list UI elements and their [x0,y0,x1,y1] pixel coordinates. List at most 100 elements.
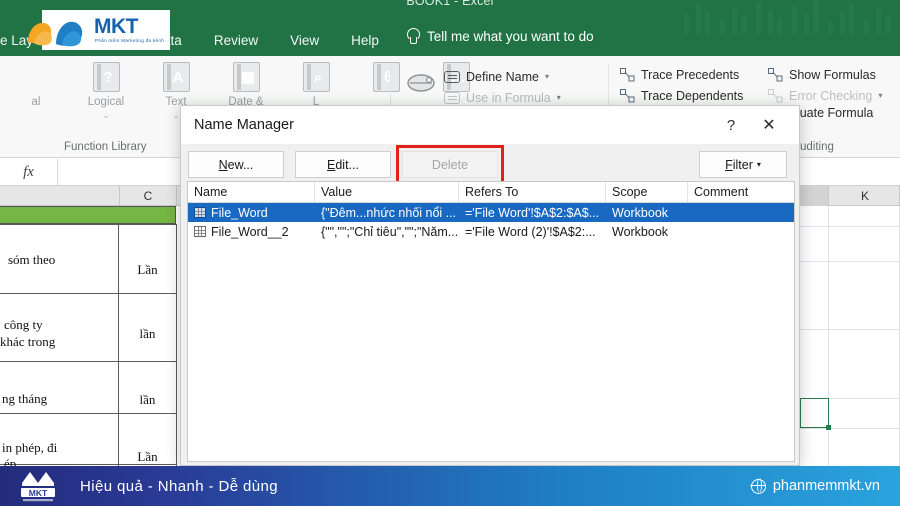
trace-icon [620,88,635,102]
close-icon[interactable]: ✕ [757,114,781,138]
ribbon-tab-review[interactable]: Review [198,33,274,48]
grid-line [0,361,177,363]
new-button[interactable]: New... [188,151,284,178]
delete-button[interactable]: Delete [402,151,498,178]
help-icon[interactable]: ? [719,114,743,138]
auditing-label: Show Formulas [789,67,876,82]
column-header-j[interactable] [800,186,829,206]
sheet-cell[interactable]: lần [119,392,176,408]
function-icon: ⌕ [302,62,330,92]
list-column-header-comment[interactable]: Comment [688,182,794,202]
grid-line [0,293,177,295]
highlighted-header-row [0,206,176,224]
list-column-header-name[interactable]: Name [188,182,315,202]
auditing-label: Trace Precedents [641,67,740,82]
refers-to-cell: ='File Word'!$A$2:$A$... [465,205,600,220]
new-accel: N [218,157,228,172]
decorative-bar [741,16,746,34]
function-icon: A [162,62,190,92]
filter-label: ilter [732,157,753,172]
column-header-k[interactable]: K [831,186,900,206]
decorative-bar [804,14,809,34]
decorative-bar [684,14,689,34]
decorative-bar [849,4,854,34]
grid-line [118,224,120,466]
evaluate-formula-button[interactable]: aluate Formula [790,106,873,120]
defined-names-label: Use in Formula [466,90,551,105]
banner-website[interactable]: phanmemmkt.vn [750,478,880,494]
function-icon: ▦ [232,62,260,92]
auditing-label: Error Checking [789,88,873,103]
names-list-body[interactable]: File_Word {"Đêm...nhức nhối nổi ... ='File… [188,203,794,241]
sheet-cell[interactable]: ép [4,456,16,466]
sheet-cell[interactable]: công ty [4,317,43,333]
value-cell: {"","";"Chỉ tiêu","";"Năm... [321,224,459,239]
chevron-down-icon: ▾ [878,91,883,100]
sheet-cell[interactable]: in phép, đi [2,440,57,456]
show-formulas-button[interactable]: Show Formulas [768,64,882,85]
ribbon-tab-view[interactable]: View [274,33,335,48]
names-list-row[interactable]: File_Word__2 {"","";"Chỉ tiêu","";"Năm...… [188,222,794,241]
trace-precedents-button[interactable]: Trace Precedents [620,64,743,85]
sheet-cell[interactable]: lần [119,326,176,342]
mkt-watermark-logo: MKT Phần mềm Marketing đa kênh [28,10,170,50]
names-list[interactable]: Name Value Refers To Scope Comment File_Word… [187,181,795,462]
names-list-row[interactable]: File_Word {"Đêm...nhức nhối nổi ... ='File… [188,203,794,222]
mkt-logo-tagline: Phần mềm Marketing đa kênh [95,38,165,43]
ribbon-tab-help[interactable]: Help [335,33,395,48]
filter-button[interactable]: Filter ▾ [699,151,787,178]
sheet-cell[interactable]: sóm theo [8,252,55,268]
sheet-cell[interactable]: Lần [119,449,176,465]
trace-dependents-button[interactable]: Trace Dependents [620,85,743,106]
name-cell: File_Word [188,206,315,220]
chevron-down-icon: ▾ [544,72,549,81]
name-tag-icon [444,70,460,83]
list-column-header-value[interactable]: Value [315,182,459,202]
dialog-title-bar: Name Manager ? ✕ [181,106,799,144]
column-header[interactable] [0,186,120,206]
refers-to-cell: ='File Word (2)'!$A$2:... [465,224,596,239]
function-library-label: Function Library [64,141,147,153]
banner-website-label: phanmemmkt.vn [772,478,880,494]
tell-me-search[interactable]: Tell me what you want to do [406,28,594,45]
column-header-c[interactable]: C [120,186,177,206]
selected-cell[interactable] [800,398,831,430]
decorative-bar [705,12,710,34]
decorative-bar [876,8,881,34]
mkt-banner-logo: MKT [21,472,55,502]
fx-icon[interactable]: fx [0,158,58,185]
sheet-cell[interactable]: ng tháng [2,391,47,407]
edit-button[interactable]: Edit... [295,151,391,178]
trace-icon [768,67,783,81]
chevron-down-icon: ⌄ [102,110,110,120]
bottom-banner: MKT Hiệu quả - Nhanh - Dễ dùng phanmemmk… [0,466,900,506]
function-library-label: Logical ⌄ [80,96,132,122]
mkt-logo-mark [28,21,83,47]
decorative-bar [777,18,782,34]
function-library-item[interactable]: ? Logical ⌄ [80,62,132,135]
grid-line [790,329,900,330]
edit-label: dit... [335,157,359,172]
banner-slogan: Hiệu quả - Nhanh - Dễ dùng [80,477,279,495]
defined-names-item[interactable]: Define Name ▾ [444,66,561,87]
decorative-bar [696,4,701,34]
name-label: File_Word__2 [211,224,289,239]
sheet-cell[interactable]: khác trong [0,334,55,350]
defined-names-label: Define Name [466,69,539,84]
function-library-item[interactable]: al [10,62,62,135]
grid-line [176,224,178,466]
list-column-header-refers-to[interactable]: Refers To [459,182,606,202]
scope-cell: Workbook [612,205,669,220]
dialog-toolbar: New... Edit... Delete Filter ▾ [181,144,799,186]
grid-line [790,226,900,227]
range-grid-icon [194,207,206,218]
sheet-cell[interactable]: Lần [119,262,176,278]
list-column-header-scope[interactable]: Scope [606,182,688,202]
name-manager-icon[interactable] [406,70,440,96]
new-label: ew... [227,157,254,172]
error-checking-button[interactable]: Error Checking ▾ [768,85,882,106]
filter-accel: F [725,157,733,172]
trace-icon [768,88,783,102]
lightbulb-icon [406,28,420,45]
names-list-header: Name Value Refers To Scope Comment [188,182,794,203]
